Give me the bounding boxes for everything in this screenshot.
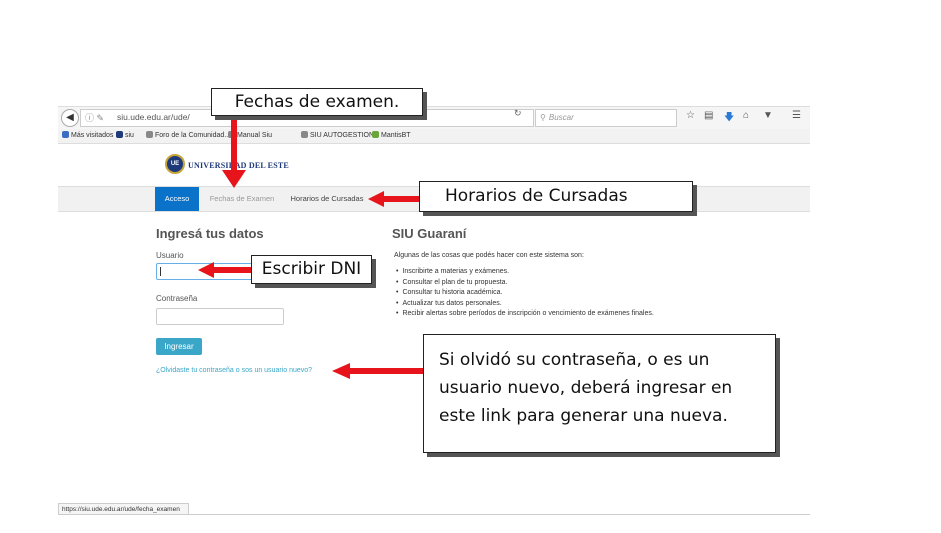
search-icon: ⚲	[540, 113, 546, 122]
siu-intro: Algunas de las cosas que podés hacer con…	[394, 252, 584, 259]
submit-button[interactable]: Ingresar	[156, 338, 202, 355]
bookmark-item[interactable]: Más visitados	[62, 131, 113, 139]
callout-horarios: Horarios de Cursadas	[419, 181, 693, 212]
text-caret	[160, 267, 161, 276]
bookmark-label: SIU AUTOGESTION	[310, 132, 375, 139]
password-label: Contraseña	[156, 294, 198, 303]
bookmark-item[interactable]: MantisBT	[372, 131, 411, 139]
callout-line: Si olvidó su contraseña, o es un	[439, 350, 710, 370]
siu-icon	[116, 131, 123, 138]
site-info-icon[interactable]: ⓘ ✎	[85, 111, 104, 124]
user-label: Usuario	[156, 251, 184, 260]
list-item: Actualizar tus datos personales.	[396, 299, 654, 310]
siu-feature-list: Inscribirte a materias y exámenes. Consu…	[396, 267, 654, 320]
password-input[interactable]	[156, 308, 284, 325]
bookmark-label: MantisBT	[381, 132, 411, 139]
star-icon[interactable]: ☆	[686, 110, 695, 121]
nav-fechas-examen[interactable]: Fechas de Examen	[203, 187, 281, 211]
bookmark-label: siu	[125, 132, 134, 139]
bookmark-icon	[62, 131, 69, 138]
list-item: Consultar tu historia académica.	[396, 288, 654, 299]
bookmark-label: Foro de la Comunidad...	[155, 132, 231, 139]
menu-icon[interactable]: ☰	[792, 110, 801, 121]
callout-password-note: Si olvidó su contraseña, o es un usuario…	[423, 334, 776, 453]
pocket-icon[interactable]: ▼	[763, 110, 773, 121]
arrow-left-icon	[332, 363, 424, 379]
callout-line: usuario nuevo, deberá ingresar en	[439, 378, 733, 398]
siu-title: SIU Guaraní	[392, 226, 467, 241]
home-icon[interactable]: ⌂	[743, 110, 749, 121]
login-title: Ingresá tus datos	[156, 226, 264, 241]
university-logo: UE	[165, 154, 185, 174]
list-item: Inscribirte a materias y exámenes.	[396, 267, 654, 278]
clipboard-icon[interactable]: ▤	[704, 110, 713, 121]
status-bar-url: https://siu.ude.edu.ar/ude/fecha_examen	[58, 503, 189, 515]
search-input[interactable]: ⚲ Buscar	[535, 109, 677, 127]
reload-icon[interactable]: ↻	[514, 108, 522, 119]
download-icon[interactable]: 🡇	[724, 110, 734, 127]
search-placeholder: Buscar	[548, 113, 574, 122]
bookmark-item[interactable]: Foro de la Comunidad...	[146, 131, 230, 139]
callout-fechas: Fechas de examen.	[211, 88, 423, 116]
mantis-icon	[372, 131, 379, 138]
nav-acceso[interactable]: Acceso	[155, 187, 199, 211]
arrow-left-icon	[198, 262, 252, 278]
list-item: Recibir alertas sobre períodos de inscri…	[396, 309, 653, 320]
list-item: Consultar el plan de tu propuesta.	[396, 278, 654, 289]
forgot-password-link[interactable]: ¿Olvidaste tu contraseña o sos un usuari…	[156, 367, 312, 374]
back-arrow-icon[interactable]: ◀	[61, 109, 79, 127]
arrow-down-icon	[222, 118, 246, 188]
bookmark-item[interactable]: SIU AUTOGESTION	[301, 131, 374, 139]
bookmark-label: Más visitados	[71, 132, 114, 139]
callout-dni: Escribir DNI	[251, 255, 372, 284]
bookmark-item[interactable]: siu	[116, 131, 134, 139]
callout-line: este link para generar una nueva.	[439, 406, 728, 426]
bookmarks-bar: Más visitados siu Foro de la Comunidad... M…	[58, 129, 810, 144]
nav-horarios-cursadas[interactable]: Horarios de Cursadas	[286, 187, 368, 211]
url-text: siu.ude.edu.ar/ude/	[117, 112, 190, 122]
divider	[189, 514, 810, 515]
browser-toolbar: ◀ ⓘ ✎ siu.ude.edu.ar/ude/ ↻ ⚲ Buscar ☆ ▤ …	[58, 106, 810, 130]
globe-icon	[146, 131, 153, 138]
globe-icon	[301, 131, 308, 138]
